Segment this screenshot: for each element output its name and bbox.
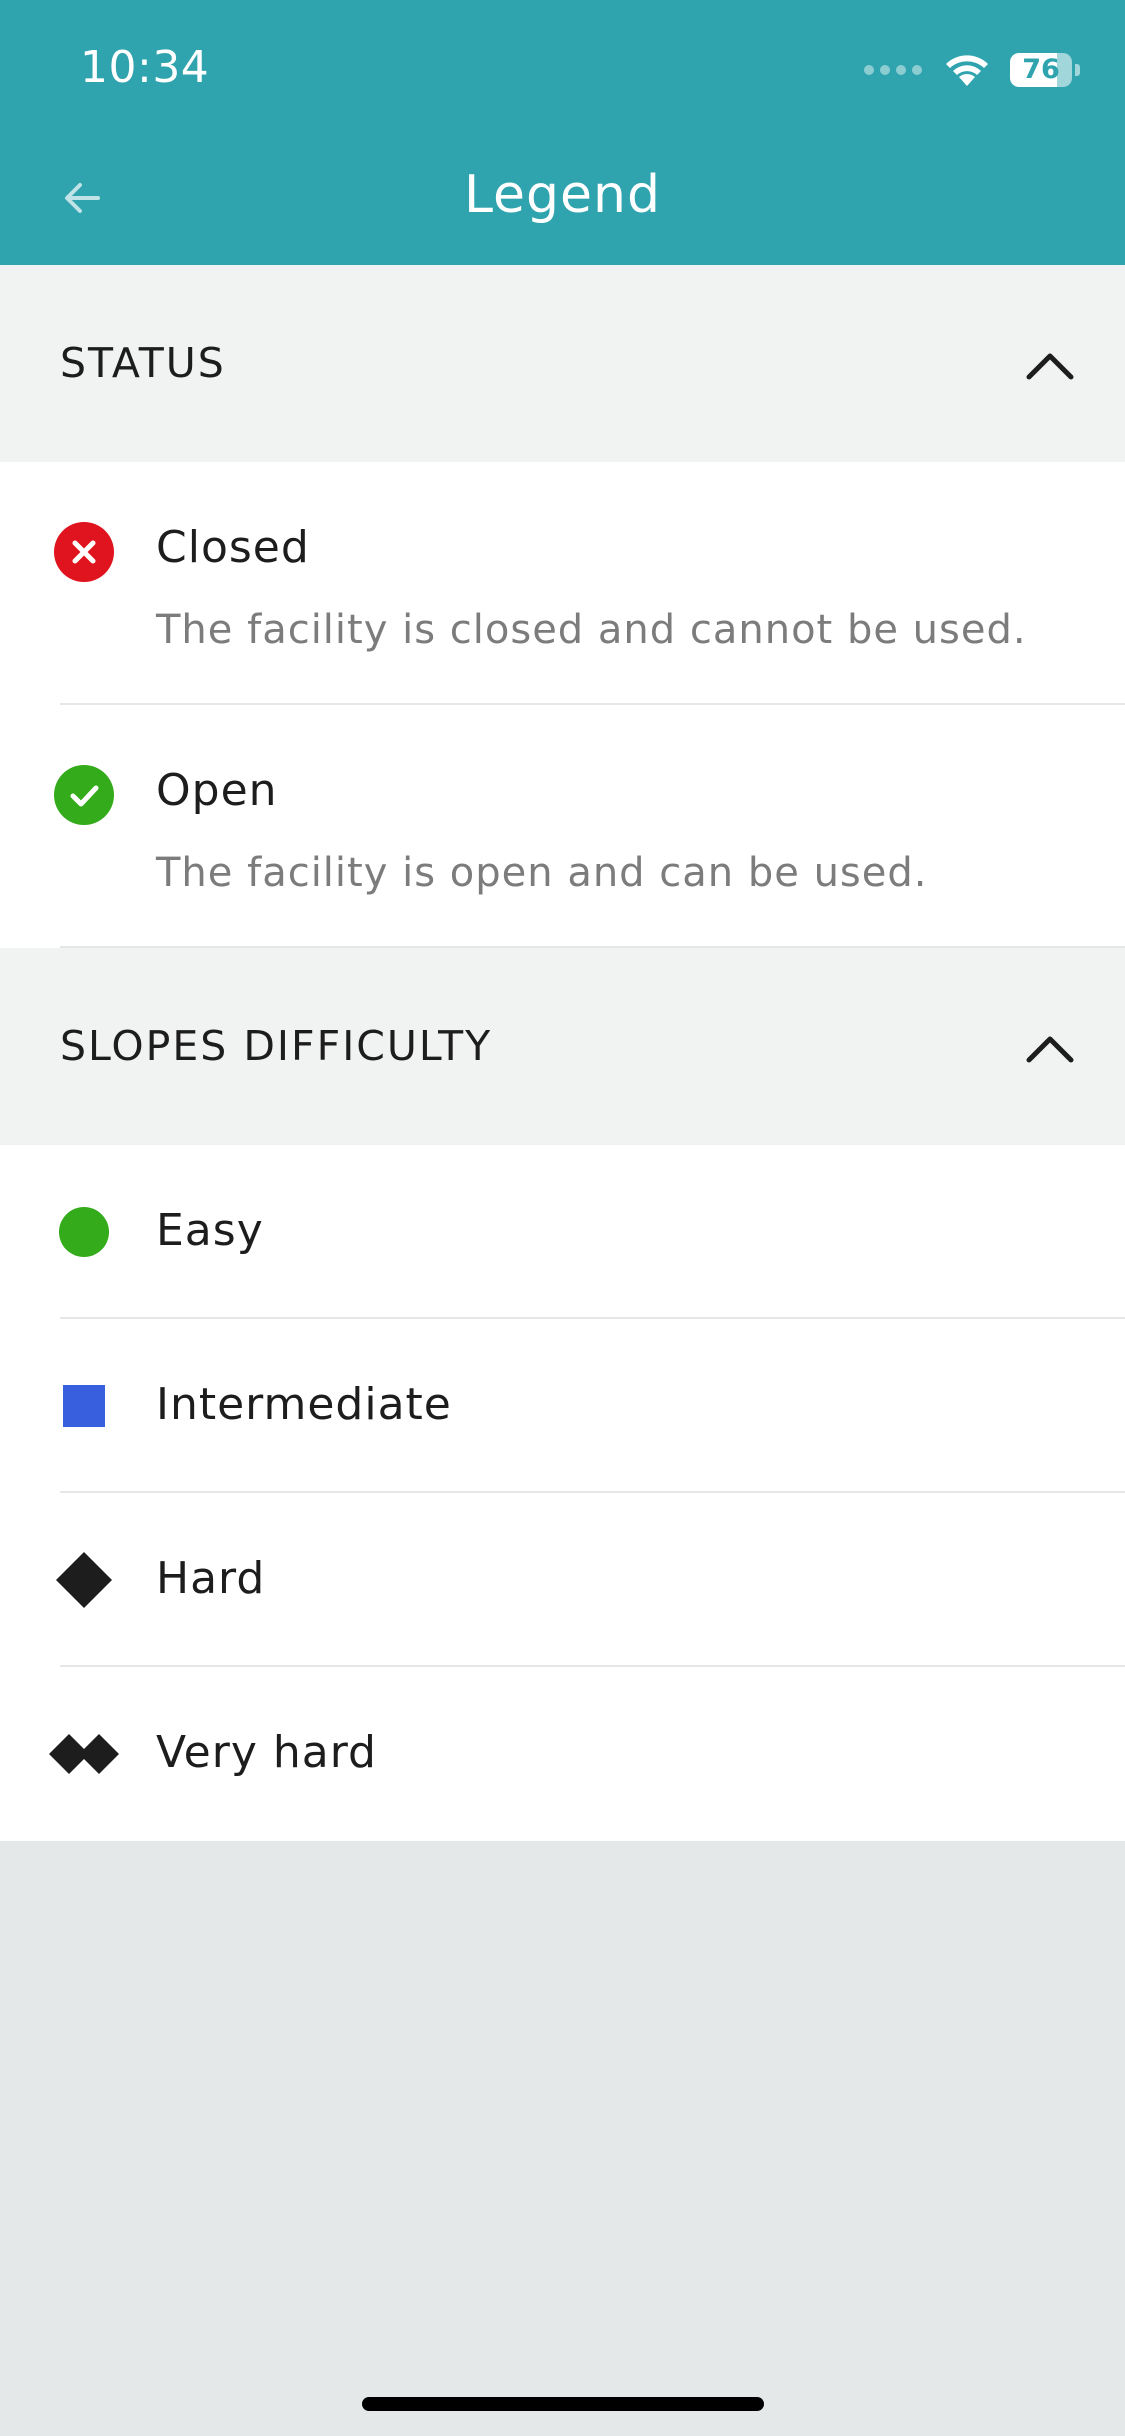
battery-percent: 76 [1022, 54, 1060, 85]
section-header-status[interactable]: STATUS [0, 265, 1125, 462]
page-title: Legend [463, 165, 661, 225]
legend-item-hard: Hard [0, 1493, 1125, 1667]
battery-nub [1075, 64, 1080, 76]
battery-icon: 76 [1010, 53, 1072, 87]
legend-item-label: Closed [156, 522, 310, 573]
legend-item-label: Hard [156, 1553, 266, 1604]
chevron-up-icon [1026, 353, 1074, 380]
legend-item-label: Intermediate [156, 1379, 452, 1430]
app-header: 10:34 76 Legend [0, 0, 1125, 265]
wifi-icon [946, 55, 988, 86]
legend-item-label: Very hard [156, 1727, 377, 1778]
status-icons: 76 [864, 48, 1080, 92]
legend-item-easy: Easy [0, 1145, 1125, 1319]
status-time: 10:34 [80, 42, 210, 93]
cellular-signal-icon [864, 65, 922, 75]
green-circle-icon [52, 1200, 116, 1264]
legend-item-description: The facility is open and can be used. [156, 850, 928, 896]
section-title-slopes-difficulty: SLOPES DIFFICULTY [60, 1022, 493, 1070]
legend-item-open: Open The facility is open and can be use… [0, 705, 1125, 948]
black-diamond-icon [52, 1548, 116, 1612]
blue-square-icon [52, 1374, 116, 1438]
legend-item-label: Open [156, 765, 278, 816]
open-check-circle-icon [52, 763, 116, 827]
section-header-slopes-difficulty[interactable]: SLOPES DIFFICULTY [0, 948, 1125, 1145]
legend-item-closed: Closed The facility is closed and cannot… [0, 462, 1125, 705]
chevron-up-icon [1026, 1036, 1074, 1063]
legend-item-description: The facility is closed and cannot be use… [156, 607, 1027, 653]
section-title-status: STATUS [60, 339, 226, 387]
legend-item-intermediate: Intermediate [0, 1319, 1125, 1493]
closed-x-circle-icon [52, 520, 116, 584]
double-black-diamond-icon [46, 1722, 122, 1786]
home-indicator[interactable] [362, 2397, 764, 2411]
legend-item-label: Easy [156, 1205, 264, 1256]
legend-item-very-hard: Very hard [0, 1667, 1125, 1841]
